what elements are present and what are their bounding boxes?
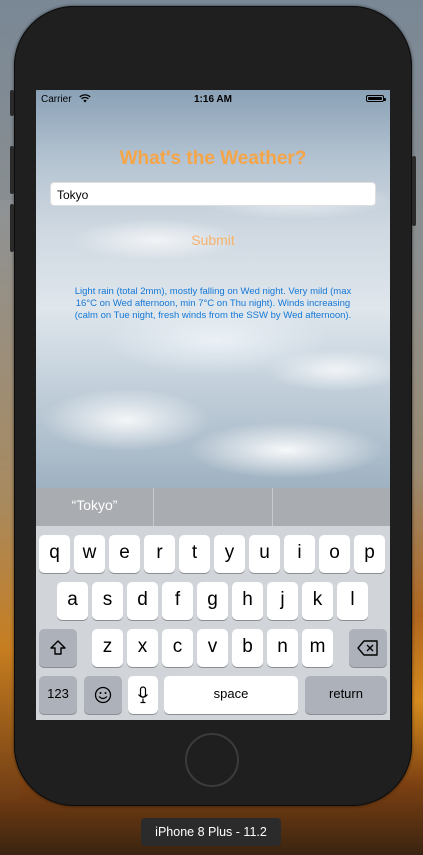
phone-screen: Carrier 1:16 AM What's the Weather? Toky… — [36, 90, 390, 720]
key-i[interactable]: i — [284, 535, 315, 573]
key-z[interactable]: z — [92, 629, 123, 667]
key-f[interactable]: f — [162, 582, 193, 620]
emoji-icon — [94, 686, 112, 704]
volume-up-button — [10, 146, 14, 194]
forecast-text: Light rain (total 2mm), mostly falling o… — [74, 286, 352, 321]
keyboard: q w e r t y u i o p a s d f g h j k l z … — [36, 526, 390, 720]
suggestion-2[interactable] — [154, 488, 271, 526]
emoji-key[interactable] — [84, 676, 122, 714]
key-c[interactable]: c — [162, 629, 193, 667]
status-time: 1:16 AM — [194, 94, 232, 105]
key-m[interactable]: m — [302, 629, 333, 667]
predictive-bar: “Tokyo” — [36, 488, 390, 526]
key-q[interactable]: q — [39, 535, 70, 573]
delete-key[interactable] — [349, 629, 387, 667]
key-j[interactable]: j — [267, 582, 298, 620]
shift-icon — [50, 640, 66, 655]
suggestion-3[interactable] — [273, 488, 390, 526]
power-button — [412, 156, 416, 226]
submit-button[interactable]: Submit — [36, 232, 390, 248]
key-e[interactable]: e — [109, 535, 140, 573]
volume-down-button — [10, 204, 14, 252]
space-key[interactable]: space — [164, 676, 298, 714]
home-button[interactable] — [185, 733, 239, 787]
mute-switch — [10, 90, 14, 116]
key-l[interactable]: l — [337, 582, 368, 620]
key-h[interactable]: h — [232, 582, 263, 620]
key-a[interactable]: a — [57, 582, 88, 620]
key-t[interactable]: t — [179, 535, 210, 573]
suggestion-1[interactable]: “Tokyo” — [36, 488, 153, 526]
key-g[interactable]: g — [197, 582, 228, 620]
city-input[interactable]: Tokyo — [50, 182, 376, 206]
key-u[interactable]: u — [249, 535, 280, 573]
key-n[interactable]: n — [267, 629, 298, 667]
backspace-icon — [357, 640, 378, 656]
key-w[interactable]: w — [74, 535, 105, 573]
numbers-key[interactable]: 123 — [39, 676, 77, 714]
key-x[interactable]: x — [127, 629, 158, 667]
status-bar: Carrier 1:16 AM — [36, 90, 390, 108]
app-title: What's the Weather? — [119, 148, 307, 169]
battery-icon — [366, 95, 386, 102]
key-r[interactable]: r — [144, 535, 175, 573]
key-p[interactable]: p — [354, 535, 385, 573]
key-s[interactable]: s — [92, 582, 123, 620]
return-key[interactable]: return — [305, 676, 387, 714]
key-v[interactable]: v — [197, 629, 228, 667]
microphone-icon — [138, 686, 148, 704]
key-k[interactable]: k — [302, 582, 333, 620]
simulator-device-label: iPhone 8 Plus - 11.2 — [141, 818, 281, 846]
key-o[interactable]: o — [319, 535, 350, 573]
key-y[interactable]: y — [214, 535, 245, 573]
key-b[interactable]: b — [232, 629, 263, 667]
key-d[interactable]: d — [127, 582, 158, 620]
shift-key[interactable] — [39, 629, 77, 667]
dictation-key[interactable] — [128, 676, 158, 714]
